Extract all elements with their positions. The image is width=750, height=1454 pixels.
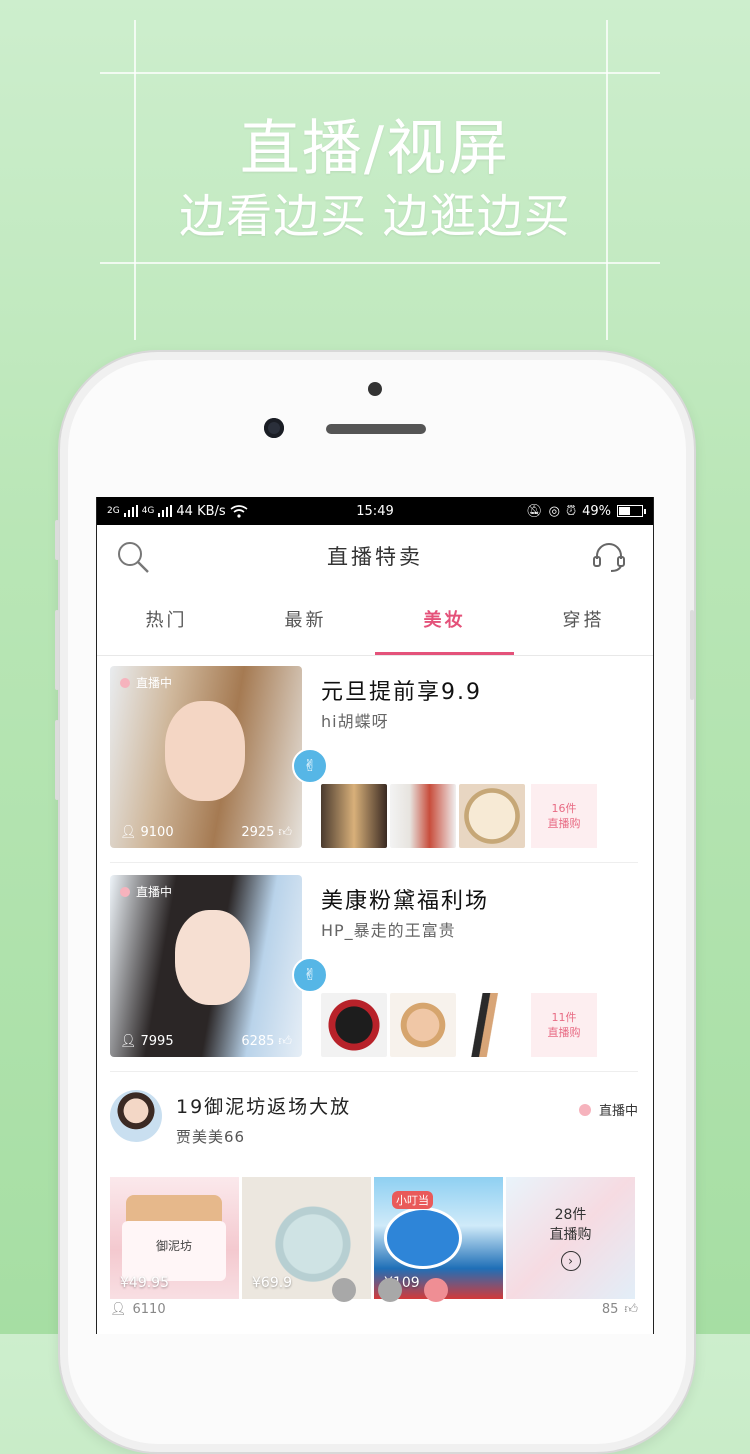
- headset-icon[interactable]: [591, 539, 627, 575]
- live-status: 直播中: [578, 1100, 638, 1119]
- alarm-icon: ⏰︎: [565, 503, 577, 519]
- live-thumbnail[interactable]: 直播中 👤︎ 9100 2925 👍︎: [110, 666, 302, 848]
- more-products-button[interactable]: 11件 直播购: [531, 993, 597, 1057]
- app-bar: 直播特卖: [97, 525, 653, 587]
- user-icon: 👤︎: [110, 1302, 127, 1317]
- shop-product[interactable]: 御泥坊 ¥49.95: [110, 1177, 239, 1299]
- product-thumb[interactable]: [459, 784, 525, 848]
- signal-label-2: 4G: [141, 506, 155, 516]
- live-thumbnail[interactable]: 直播中 👤︎ 7995 6285 👍︎: [110, 875, 302, 1057]
- tab-latest[interactable]: 最新: [236, 587, 375, 655]
- product-thumb[interactable]: [459, 993, 525, 1057]
- like-count: 2925 👍︎: [241, 825, 292, 840]
- signal-icon: [123, 505, 138, 517]
- tab-beauty[interactable]: 美妆: [375, 587, 514, 655]
- promo-headline: 直播/视屏: [239, 114, 511, 184]
- product-price: ¥49.95: [120, 1275, 169, 1291]
- product-price: ¥69.9: [252, 1275, 293, 1291]
- network-speed: 44 KB/s: [176, 503, 226, 519]
- live-badge: 直播中: [120, 674, 172, 691]
- card-user: hi胡蝶呀: [321, 712, 389, 731]
- tab-hot[interactable]: 热门: [97, 587, 236, 655]
- product-thumb[interactable]: [321, 993, 387, 1057]
- wifi-icon: [230, 504, 248, 518]
- card-title: 美康粉黛福利场: [321, 889, 490, 914]
- lock-icon: ◎: [548, 503, 560, 519]
- shop-like-count: 85 👍︎: [601, 1302, 638, 1317]
- bell-muted-icon: 🔕︎: [526, 503, 543, 519]
- page-dot-3-active[interactable]: [424, 1278, 448, 1302]
- product-brand-label: 小叮当: [392, 1191, 433, 1209]
- live-card-1[interactable]: 直播中 👤︎ 9100 2925 👍︎ ✌ 元旦提前享9.9 hi胡蝶呀 16件 直播…: [110, 666, 638, 863]
- product-brand-label: 御泥坊: [122, 1221, 226, 1281]
- proximity-sensor: [368, 382, 382, 396]
- product-thumb[interactable]: [321, 784, 387, 848]
- thumbs-up-icon: 👍︎: [278, 825, 292, 840]
- earpiece-speaker: [326, 424, 426, 434]
- category-tabs: 热门 最新 美妆 穿搭: [97, 587, 653, 656]
- status-bar: 2G 4G 44 KB/s 15:49 🔕︎ ◎ ⏰︎ 49%: [97, 497, 653, 525]
- product-strip: 11件 直播购: [321, 993, 597, 1057]
- tab-outfit[interactable]: 穿搭: [514, 587, 653, 655]
- more-shop-products-button[interactable]: 28件 直播购 ›: [506, 1177, 635, 1299]
- product-thumb[interactable]: [390, 784, 456, 848]
- user-icon: 👤︎: [120, 825, 137, 840]
- card-user: HP_暴走的王富贵: [321, 921, 456, 940]
- hand-gesture-icon: ✌: [292, 748, 328, 784]
- viewer-count: 👤︎ 7995: [120, 1034, 174, 1049]
- shop-title: 19御泥坊返场大放: [176, 1096, 352, 1118]
- search-icon[interactable]: [115, 539, 151, 575]
- phone-side-button-2: [55, 610, 59, 690]
- phone-side-button-3: [55, 720, 59, 800]
- like-count: 6285 👍︎: [241, 1034, 292, 1049]
- product-thumb[interactable]: [390, 993, 456, 1057]
- frame-line-top: [100, 72, 660, 74]
- viewer-count: 👤︎ 9100: [120, 825, 174, 840]
- hand-gesture-icon: ✌: [292, 957, 328, 993]
- battery-percent: 49%: [582, 503, 611, 519]
- thumbs-up-icon: 👍︎: [624, 1302, 638, 1317]
- chevron-right-icon: ›: [560, 1251, 581, 1271]
- page-dot-1[interactable]: [332, 1278, 356, 1302]
- user-icon: 👤︎: [120, 1034, 137, 1049]
- card-title: 元旦提前享9.9: [321, 680, 482, 705]
- battery-icon: [617, 505, 646, 517]
- shop-user: 贾美美66: [176, 1128, 246, 1146]
- live-card-2[interactable]: 直播中 👤︎ 7995 6285 👍︎ ✌ 美康粉黛福利场 HP_暴走的王富贵 11…: [110, 875, 638, 1072]
- shop-viewer-count: 👤︎ 6110: [110, 1302, 166, 1317]
- front-camera: [264, 418, 284, 438]
- page-dot-2[interactable]: [378, 1278, 402, 1302]
- page-indicator: [332, 1278, 448, 1302]
- phone-side-button-1: [55, 520, 59, 560]
- signal-label-1: 2G: [107, 506, 120, 516]
- promo-subline: 边看边买 边逛边买: [179, 189, 571, 243]
- avatar[interactable]: [110, 1090, 162, 1142]
- page-title: 直播特卖: [327, 545, 423, 569]
- phone-power-button: [690, 610, 694, 700]
- more-products-button[interactable]: 16件 直播购: [531, 784, 597, 848]
- frame-line-bottom: [100, 262, 660, 264]
- signal-icon-2: [158, 505, 173, 517]
- thumbs-up-icon: 👍︎: [278, 1034, 292, 1049]
- product-strip: 16件 直播购: [321, 784, 597, 848]
- live-badge: 直播中: [120, 883, 172, 900]
